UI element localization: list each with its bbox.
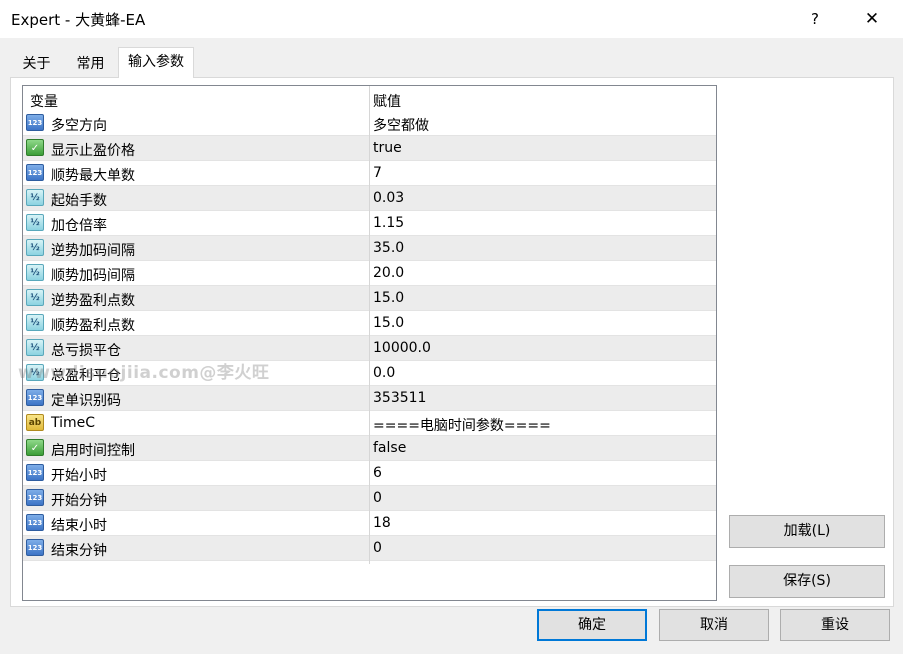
integer-type-icon: 123 (26, 389, 44, 406)
parameter-name: 显示止盈价格 (51, 143, 135, 159)
boolean-type-icon: ✓ (26, 439, 44, 456)
double-type-icon: ½ (26, 339, 44, 356)
parameter-name: 启用时间控制 (51, 443, 135, 459)
parameter-name: 开始小时 (51, 468, 107, 484)
parameter-name: 开始分钟 (51, 493, 107, 509)
parameter-value[interactable]: 0 (373, 490, 382, 506)
parameters-grid[interactable]: 变量 赋值 123 多空方向 多空都做 ✓ 显示止盈价格 true 123 顺势最大单数 7 ½ 起… (22, 85, 717, 601)
parameter-value[interactable]: ====电脑时间参数==== (373, 415, 551, 435)
parameter-name: 多空方向 (51, 118, 107, 134)
tab-common[interactable]: 常用 (64, 49, 117, 77)
integer-type-icon: 123 (26, 164, 44, 181)
window-title: Expert - 大黄蜂-EA (11, 11, 146, 29)
parameter-name: 顺势加码间隔 (51, 268, 135, 284)
double-type-icon: ½ (26, 314, 44, 331)
parameter-value[interactable]: false (373, 440, 406, 456)
cancel-button[interactable]: 取消 (659, 609, 769, 641)
parameter-name: 顺势最大单数 (51, 168, 135, 184)
boolean-type-icon: ✓ (26, 139, 44, 156)
parameter-name: 定单识别码 (51, 393, 121, 409)
parameter-name: 逆势盈利点数 (51, 293, 135, 309)
close-button[interactable]: ✕ (855, 5, 889, 33)
parameter-value[interactable]: 353511 (373, 390, 426, 406)
integer-type-icon: 123 (26, 114, 44, 131)
parameter-value[interactable]: 35.0 (373, 240, 404, 256)
parameter-name: 顺势盈利点数 (51, 318, 135, 334)
header-variable[interactable]: 变量 (30, 91, 58, 111)
save-button[interactable]: 保存(S) (729, 565, 885, 598)
ok-button[interactable]: 确定 (537, 609, 647, 641)
parameter-value[interactable]: 18 (373, 515, 391, 531)
parameter-name: 总亏损平仓 (51, 343, 121, 359)
parameter-value[interactable]: 15.0 (373, 290, 404, 306)
double-type-icon: ½ (26, 189, 44, 206)
parameter-value[interactable]: 7 (373, 165, 382, 181)
double-type-icon: ½ (26, 214, 44, 231)
string-type-icon: ab (26, 414, 44, 431)
reset-button[interactable]: 重设 (780, 609, 890, 641)
parameter-value[interactable]: 15.0 (373, 315, 404, 331)
parameter-value[interactable]: 20.0 (373, 265, 404, 281)
parameter-value[interactable]: 0.0 (373, 365, 395, 381)
parameter-value[interactable]: 0.03 (373, 190, 404, 206)
parameter-value[interactable]: 10000.0 (373, 340, 431, 356)
parameter-value[interactable]: 多空都做 (373, 115, 429, 135)
help-button[interactable]: ? (800, 5, 830, 33)
header-value[interactable]: 赋值 (373, 91, 401, 111)
column-divider (369, 86, 370, 564)
double-type-icon: ½ (26, 289, 44, 306)
parameter-name: TimeC (51, 415, 96, 431)
load-button[interactable]: 加载(L) (729, 515, 885, 548)
parameter-name: 结束小时 (51, 518, 107, 534)
parameter-value[interactable]: 6 (373, 465, 382, 481)
title-bar: Expert - 大黄蜂-EA ? ✕ (0, 0, 903, 38)
watermark: www.lisuojiia.com@李火旺 (18, 363, 270, 383)
integer-type-icon: 123 (26, 514, 44, 531)
parameter-name: 逆势加码间隔 (51, 243, 135, 259)
tab-about[interactable]: 关于 (10, 49, 63, 77)
integer-type-icon: 123 (26, 539, 44, 556)
integer-type-icon: 123 (26, 489, 44, 506)
parameter-value[interactable]: 0 (373, 540, 382, 556)
tab-input-parameters[interactable]: 输入参数 (118, 47, 194, 78)
parameter-value[interactable]: true (373, 140, 402, 156)
parameter-name: 结束分钟 (51, 543, 107, 559)
parameter-value[interactable]: 1.15 (373, 215, 404, 231)
double-type-icon: ½ (26, 239, 44, 256)
parameter-name: 加仓倍率 (51, 218, 107, 234)
double-type-icon: ½ (26, 264, 44, 281)
integer-type-icon: 123 (26, 464, 44, 481)
parameter-name: 起始手数 (51, 193, 107, 209)
